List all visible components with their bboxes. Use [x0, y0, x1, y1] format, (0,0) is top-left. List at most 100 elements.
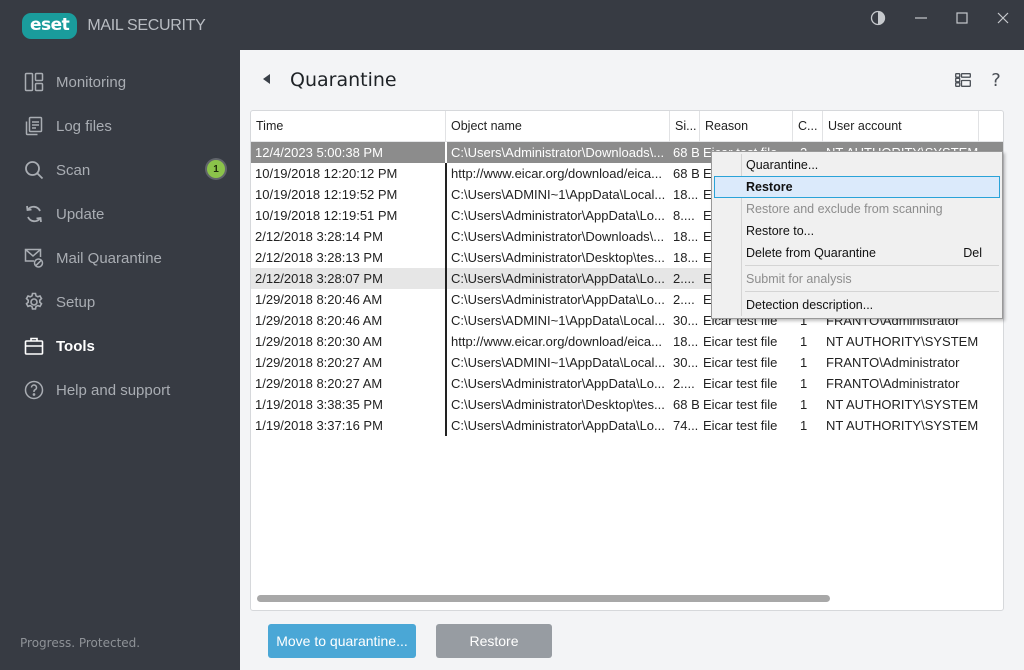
cell-user-account: NT AUTHORITY\SYSTEM: [826, 418, 979, 433]
sidebar: eset MAIL SECURITY Monitoring Log files …: [0, 0, 240, 670]
cell-time: 1/29/2018 8:20:27 AM: [255, 376, 383, 391]
cell-time: 1/19/2018 3:37:16 PM: [255, 418, 383, 433]
cell-reason: Eicar test file: [703, 376, 778, 391]
cell-object-name: C:\Users\Administrator\AppData\Lo...: [445, 373, 669, 394]
table-row[interactable]: 1/19/2018 3:37:16 PM C:\Users\Administrat…: [251, 415, 1003, 436]
menu-item-label: Detection description...: [746, 298, 874, 312]
cell-count: 1: [800, 397, 808, 412]
menu-item-label: Submit for analysis: [746, 272, 852, 286]
list-view-button[interactable]: [953, 70, 973, 90]
cell-object-name: C:\Users\ADMINI~1\AppData\Local...: [445, 310, 669, 331]
column-header-reason[interactable]: Reason: [700, 111, 793, 142]
context-menu-item-detection-description[interactable]: Detection description...: [714, 294, 1000, 316]
cell-size: 18...: [673, 250, 699, 265]
cell-time: 10/19/2018 12:20:12 PM: [255, 166, 398, 181]
cell-size: 30...: [673, 355, 699, 370]
menu-item-label: Delete from Quarantine: [746, 246, 876, 260]
cell-object-name: C:\Users\Administrator\AppData\Lo...: [445, 205, 669, 226]
cell-reason: Eicar test file: [703, 355, 778, 370]
theme-toggle-button[interactable]: [868, 8, 888, 28]
close-icon: [997, 12, 1009, 24]
sidebar-item-tools[interactable]: Tools: [0, 324, 240, 368]
context-menu-item-restore[interactable]: Restore: [714, 176, 1000, 198]
cell-object-name: C:\Users\ADMINI~1\AppData\Local...: [445, 184, 669, 205]
cell-reason: Eicar test file: [703, 334, 778, 349]
sidebar-item-mail-quarantine[interactable]: Mail Quarantine: [0, 236, 240, 280]
context-menu-item-delete-from-quarantine[interactable]: Delete from Quarantine Del: [714, 242, 1000, 264]
minimize-button[interactable]: [911, 8, 931, 28]
refresh-icon: [24, 204, 44, 224]
search-icon: [24, 160, 44, 180]
context-menu-item-restore-to[interactable]: Restore to...: [714, 220, 1000, 242]
cell-time: 1/29/2018 8:20:46 AM: [255, 313, 383, 328]
product-name: MAIL SECURITY: [87, 17, 206, 34]
context-menu-item-quarantine[interactable]: Quarantine...: [714, 154, 1000, 176]
cell-object-name: C:\Users\Administrator\Desktop\tes...: [445, 394, 669, 415]
cell-size: 8....: [673, 208, 695, 223]
column-header-user-account[interactable]: User account: [823, 111, 979, 142]
sidebar-item-setup[interactable]: Setup: [0, 280, 240, 324]
column-header-object-name[interactable]: Object name: [446, 111, 670, 142]
column-header-count[interactable]: C...: [793, 111, 823, 142]
cell-object-name: C:\Users\Administrator\Downloads\...: [445, 226, 669, 247]
cell-size: 68 B: [673, 397, 699, 412]
menu-separator: [745, 265, 999, 266]
mail-blocked-icon: [24, 248, 44, 268]
cell-object-name: C:\Users\ADMINI~1\AppData\Local...: [445, 352, 669, 373]
cell-reason: Eicar test file: [703, 397, 778, 412]
cell-time: 2/12/2018 3:28:07 PM: [255, 271, 383, 286]
page-title: Quarantine: [290, 69, 397, 91]
table-row[interactable]: 1/29/2018 8:20:27 AM C:\Users\ADMINI~1\Ap…: [251, 352, 1003, 373]
sidebar-item-scan[interactable]: Scan 1: [0, 148, 240, 192]
tagline: Progress. Protected.: [20, 636, 141, 650]
cell-size: 68 B: [673, 145, 699, 160]
context-menu: Quarantine... Restore Restore and exclude …: [711, 151, 1003, 319]
cell-object-name: C:\Users\Administrator\AppData\Lo...: [445, 289, 669, 310]
table-row[interactable]: 1/29/2018 8:20:27 AM C:\Users\Administrat…: [251, 373, 1003, 394]
cell-size: 30...: [673, 313, 699, 328]
maximize-button[interactable]: [952, 8, 972, 28]
menu-item-shortcut: Del: [963, 246, 982, 260]
back-arrow-icon[interactable]: [263, 74, 270, 84]
help-button[interactable]: ?: [986, 70, 1006, 91]
sidebar-nav: Monitoring Log files Scan 1 Update Mail …: [0, 60, 240, 412]
cell-reason: Eicar test file: [703, 418, 778, 433]
close-button[interactable]: [993, 8, 1013, 28]
help-icon: [24, 380, 44, 400]
cell-object-name: C:\Users\Administrator\Downloads\...: [445, 142, 669, 163]
cell-size: 74...: [673, 418, 699, 433]
cell-size: 2....: [673, 271, 695, 286]
brand-badge: eset: [22, 13, 78, 39]
cell-count: 1: [800, 418, 808, 433]
cell-user-account: FRANTO\Administrator: [826, 355, 960, 370]
sidebar-item-label: Log files: [56, 117, 112, 135]
horizontal-scrollbar[interactable]: [257, 595, 830, 602]
column-header-size[interactable]: Si...: [670, 111, 700, 142]
cell-user-account: FRANTO\Administrator: [826, 376, 960, 391]
restore-button[interactable]: Restore: [436, 624, 552, 658]
monitoring-icon: [24, 72, 44, 92]
cell-size: 18...: [673, 229, 699, 244]
sidebar-item-monitoring[interactable]: Monitoring: [0, 60, 240, 104]
minimize-icon: [915, 17, 927, 19]
sidebar-item-label: Help and support: [56, 381, 171, 399]
cell-object-name: C:\Users\Administrator\AppData\Lo...: [445, 415, 669, 436]
cell-object-name: http://www.eicar.org/download/eica...: [445, 331, 669, 352]
cell-time: 1/29/2018 8:20:27 AM: [255, 355, 383, 370]
sidebar-item-label: Monitoring: [56, 73, 127, 91]
cell-object-name: C:\Users\Administrator\Desktop\tes...: [445, 247, 669, 268]
title-bar: [240, 0, 1024, 50]
sidebar-item-help[interactable]: Help and support: [0, 368, 240, 412]
column-header-time[interactable]: Time: [251, 111, 446, 142]
cell-time: 10/19/2018 12:19:52 PM: [255, 187, 398, 202]
eset-logo: eset MAIL SECURITY: [22, 13, 206, 39]
toolbox-icon: [24, 336, 44, 356]
cell-object-name: C:\Users\Administrator\AppData\Lo...: [445, 268, 669, 289]
table-row[interactable]: 1/29/2018 8:20:30 AM http://www.eicar.org…: [251, 331, 1003, 352]
table-row[interactable]: 1/19/2018 3:38:35 PM C:\Users\Administrat…: [251, 394, 1003, 415]
sidebar-item-update[interactable]: Update: [0, 192, 240, 236]
cell-time: 1/19/2018 3:38:35 PM: [255, 397, 383, 412]
maximize-icon: [956, 12, 968, 24]
move-to-quarantine-button[interactable]: Move to quarantine...: [268, 624, 416, 658]
sidebar-item-log-files[interactable]: Log files: [0, 104, 240, 148]
